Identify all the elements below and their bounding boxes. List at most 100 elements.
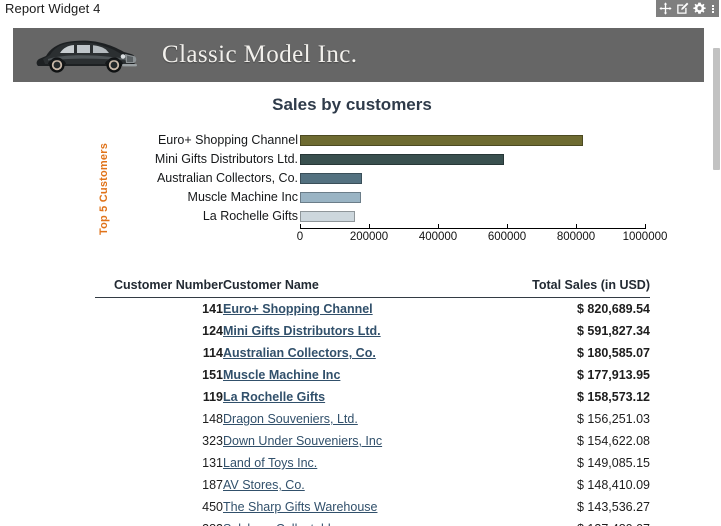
cell-customer-name: Mini Gifts Distributors Ltd.: [223, 320, 475, 342]
customer-name-link[interactable]: Euro+ Shopping Channel: [223, 302, 373, 316]
cell-customer-number: 114: [202, 346, 223, 360]
chart-plot-area: [300, 131, 645, 226]
cell-total-sales: $ 149,085.15: [577, 456, 650, 470]
customer-name-link[interactable]: Muscle Machine Inc: [223, 368, 340, 382]
chart-category-label: Euro+ Shopping Channel: [157, 133, 298, 147]
column-header-customer-number: Customer Number: [95, 275, 223, 298]
cell-customer-name: Australian Collectors, Co.: [223, 342, 475, 364]
chart-category-label: Muscle Machine Inc: [187, 190, 298, 204]
cell-customer-name: Land of Toys Inc.: [223, 452, 475, 474]
customer-name-link[interactable]: Mini Gifts Distributors Ltd.: [223, 324, 381, 338]
chart-x-tick: [369, 224, 370, 229]
chart-y-axis-title-text: Top 5 Customers: [98, 142, 110, 236]
chart-category-label: Mini Gifts Distributors Ltd.: [154, 152, 298, 166]
cell-total-sales: $ 820,689.54: [577, 302, 650, 316]
cell-total-sales: $ 148,410.09: [577, 478, 650, 492]
cell-customer-name: Dragon Souveniers, Ltd.: [223, 408, 475, 430]
table-row: 187 AV Stores, Co. $ 148,410.09: [95, 474, 650, 496]
customer-name-link[interactable]: Australian Collectors, Co.: [223, 346, 376, 360]
vertical-scrollbar[interactable]: [712, 22, 721, 526]
chart-x-tick-label: 1000000: [622, 231, 668, 243]
widget-title: Report Widget 4: [5, 1, 101, 16]
gear-icon[interactable]: [692, 2, 706, 16]
cell-customer-name: Euro+ Shopping Channel: [223, 298, 475, 321]
sales-bar-chart: Top 5 Customers Euro+ Shopping Channel Mi…: [95, 128, 667, 258]
chart-x-tick: [576, 224, 577, 229]
cell-total-sales: $ 177,913.95: [577, 368, 650, 382]
cell-customer-name: Muscle Machine Inc: [223, 364, 475, 386]
table-header-row: Customer Number Customer Name Total Sale…: [95, 275, 650, 298]
chart-x-tick: [300, 224, 301, 229]
customer-name-link[interactable]: La Rochelle Gifts: [223, 390, 325, 404]
table-row: 151 Muscle Machine Inc $ 177,913.95: [95, 364, 650, 386]
chart-bar-row: [300, 188, 645, 207]
cell-customer-name: La Rochelle Gifts: [223, 386, 475, 408]
cell-customer-number: 187: [202, 478, 223, 492]
dot: [712, 4, 714, 7]
table-row: 450 The Sharp Gifts Warehouse $ 143,536.27: [95, 496, 650, 518]
chart-bar: [300, 154, 505, 165]
table-row: 148 Dragon Souveniers, Ltd. $ 156,251.03: [95, 408, 650, 430]
table-row: 382Salzburg Collectables $ 137,480.07: [95, 518, 650, 526]
chart-x-tick-label: 600000: [487, 231, 527, 243]
cell-total-sales: $ 143,536.27: [577, 500, 650, 514]
chart-bar: [300, 192, 362, 203]
cell-customer-number: 151: [202, 368, 223, 382]
cell-customer-name: AV Stores, Co.: [223, 474, 475, 496]
chart-x-tick-label: 0: [296, 231, 304, 243]
cell-customer-number: 450: [202, 500, 223, 514]
cell-customer-number: 141: [202, 302, 223, 316]
edit-icon[interactable]: [675, 2, 689, 16]
cell-total-sales: $ 156,251.03: [577, 412, 650, 426]
customer-name-link[interactable]: AV Stores, Co.: [223, 478, 305, 492]
scrollbar-thumb[interactable]: [713, 48, 720, 170]
cell-customer-number: 382: [95, 518, 223, 526]
customer-name-link[interactable]: Down Under Souveniers, Inc: [223, 434, 382, 448]
chart-category-labels: Euro+ Shopping Channel Mini Gifts Distrib…: [115, 131, 298, 226]
cell-total-sales: $ 137,480.07: [475, 518, 650, 526]
cell-customer-name: The Sharp Gifts Warehouse: [223, 496, 475, 518]
more-menu-icon[interactable]: [709, 2, 717, 16]
move-icon[interactable]: [658, 2, 672, 16]
chart-x-tick: [645, 224, 646, 229]
brand-title: Classic Model Inc.: [162, 41, 358, 68]
chart-y-axis-title: Top 5 Customers: [95, 128, 113, 250]
report-widget: Report Widget 4 Classic Model Inc. Sales…: [0, 0, 721, 526]
customer-name-link[interactable]: The Sharp Gifts Warehouse: [223, 500, 377, 514]
chart-bar-row: [300, 207, 645, 226]
cell-customer-number: 148: [202, 412, 223, 426]
chart-bar: [300, 173, 363, 184]
cell-total-sales: $ 591,827.34: [577, 324, 650, 338]
customer-name-link[interactable]: Dragon Souveniers, Ltd.: [223, 412, 358, 426]
table-row: 119 La Rochelle Gifts $ 158,573.12: [95, 386, 650, 408]
cell-total-sales: $ 158,573.12: [577, 390, 650, 404]
customer-name-link[interactable]: Salzburg Collectables: [223, 522, 344, 526]
column-header-total-sales: Total Sales (in USD): [475, 275, 650, 298]
chart-x-tick: [507, 224, 508, 229]
column-header-customer-name: Customer Name: [223, 275, 475, 298]
chart-bar: [300, 211, 355, 222]
widget-toolbar: [656, 0, 719, 17]
classic-car-logo-icon: [30, 33, 140, 77]
cell-customer-number: 131: [202, 456, 223, 470]
table-row: 124 Mini Gifts Distributors Ltd. $ 591,827…: [95, 320, 650, 342]
cell-customer-name: Salzburg Collectables: [223, 518, 475, 526]
brand-banner: Classic Model Inc.: [13, 28, 704, 82]
dot: [712, 7, 714, 10]
chart-x-tick-label: 200000: [349, 231, 389, 243]
chart-category-label: La Rochelle Gifts: [202, 209, 298, 223]
dot: [712, 10, 714, 13]
chart-bar-row: [300, 150, 645, 169]
chart-title: Sales by customers: [272, 95, 432, 114]
cell-total-sales: $ 180,585.07: [577, 346, 650, 360]
chart-bar-row: [300, 169, 645, 188]
chart-x-axis-line: [300, 228, 645, 229]
cell-customer-number: 323: [202, 434, 223, 448]
cell-customer-number: 124: [202, 324, 223, 338]
customer-name-link[interactable]: Land of Toys Inc.: [223, 456, 317, 470]
table-row: 141 Euro+ Shopping Channel $ 820,689.54: [95, 298, 650, 321]
table-row: 323 Down Under Souveniers, Inc $ 154,622.0…: [95, 430, 650, 452]
chart-bar: [300, 135, 584, 146]
widget-titlebar: Report Widget 4: [0, 0, 721, 22]
chart-x-tick: [438, 224, 439, 229]
